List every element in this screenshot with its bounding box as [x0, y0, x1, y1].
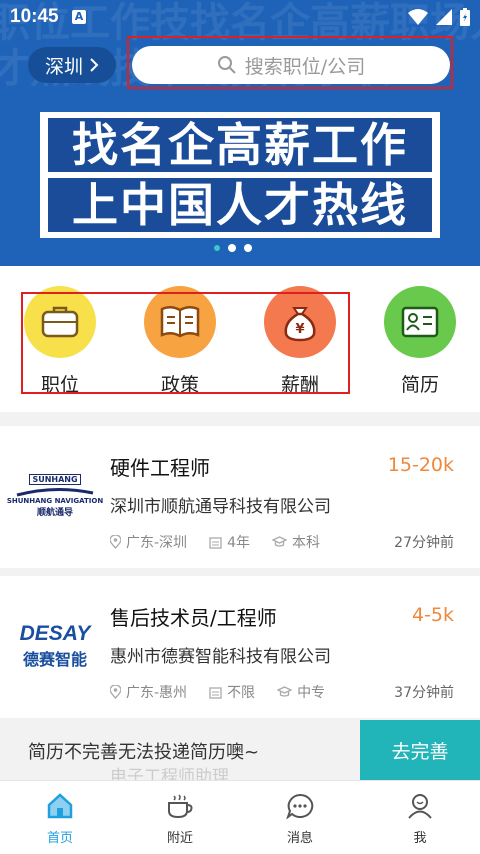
job-title: 硬件工程师 [110, 456, 210, 480]
carousel-dot [244, 244, 252, 252]
coffee-icon [168, 794, 193, 819]
city-label: 深圳 [44, 55, 83, 78]
experience-icon [209, 686, 222, 699]
logo-cn-text: 德赛智能 [22, 650, 87, 669]
graduation-cap-icon [271, 536, 287, 547]
carousel-indicator [214, 244, 252, 252]
notification-icon: A [72, 10, 86, 24]
battery-icon [460, 8, 470, 26]
bottom-nav: 首页 附近 消息 我 [0, 780, 480, 854]
graduation-cap-icon [277, 686, 293, 697]
company-logo: SUNHANG SHUNHANG NAVIGATION 顺航通导 [7, 454, 103, 538]
nav-messages[interactable]: 消息 [260, 793, 340, 846]
resume-prompt-text: 简历不完善无法投递简历噢~ [28, 742, 260, 763]
job-education: 本科 [271, 532, 320, 552]
company-name: 深圳市顺航通导科技有限公司 [110, 497, 331, 517]
resume-icon [384, 286, 456, 358]
job-location: 广东-惠州 [110, 682, 187, 702]
complete-resume-button[interactable]: 去完善 [360, 720, 480, 780]
experience-icon [209, 536, 222, 549]
nav-label: 首页 [46, 831, 73, 846]
job-posted-time: 37分钟前 [394, 685, 454, 701]
category-label: 简历 [400, 374, 439, 396]
city-selector[interactable]: 深圳 [28, 47, 116, 83]
carousel-dot [228, 244, 236, 252]
banner-line-1: 找名企高薪工作 [48, 118, 432, 172]
user-icon [408, 794, 432, 819]
highlight-box-categories [21, 292, 350, 394]
chevron-right-icon [90, 58, 99, 72]
promo-banner[interactable]: 找名企高薪工作 上中国人才热线 [40, 112, 440, 238]
location-pin-icon [110, 685, 121, 699]
logo-en-text: DESAY [19, 622, 91, 645]
chat-icon [286, 793, 314, 820]
company-logo: DESAY 德赛智能 [14, 604, 96, 688]
status-time: 10:45 [10, 6, 59, 27]
job-card[interactable]: DESAY 德赛智能 售后技术员/工程师 4-5k 惠州市德赛智能科技有限公司 … [0, 576, 480, 718]
status-bar: 10:45 A [0, 0, 480, 34]
home-icon [47, 793, 73, 819]
wifi-icon [408, 9, 428, 25]
job-education: 中专 [277, 682, 325, 702]
job-card[interactable]: SUNHANG SHUNHANG NAVIGATION 顺航通导 硬件工程师 1… [0, 426, 480, 568]
nav-label: 附近 [166, 831, 193, 846]
job-experience: 4年 [209, 532, 250, 552]
location-pin-icon [110, 535, 121, 549]
highlight-box-search [127, 36, 453, 89]
nav-nearby[interactable]: 附近 [140, 793, 220, 846]
company-name: 惠州市德赛智能科技有限公司 [110, 647, 331, 667]
job-title: 售后技术员/工程师 [110, 606, 277, 630]
carousel-dot-active [214, 245, 220, 251]
nav-home[interactable]: 首页 [20, 793, 100, 846]
logo-cn-text: 顺航通导 [36, 508, 73, 518]
job-meta: 广东-深圳 4年 本科 [110, 532, 320, 552]
logo-swoosh-icon [16, 487, 94, 497]
category-resume[interactable]: 简历 [380, 286, 460, 396]
job-experience: 不限 [209, 682, 255, 702]
signal-icon [436, 9, 452, 25]
logo-top-text: SUNHANG [29, 474, 81, 485]
nav-label: 消息 [286, 831, 313, 846]
job-meta: 广东-惠州 不限 中专 [110, 682, 325, 702]
nav-label: 我 [413, 831, 427, 846]
nav-profile[interactable]: 我 [380, 793, 460, 846]
resume-prompt-bar: 电子工程师助理 简历不完善无法投递简历噢~ 去完善 [0, 720, 480, 787]
banner-line-2: 上中国人才热线 [48, 178, 432, 232]
job-location: 广东-深圳 [110, 532, 187, 552]
job-salary: 15-20k [387, 454, 454, 476]
job-salary: 4-5k [411, 604, 454, 626]
logo-en-text: SHUNHANG NAVIGATION [6, 497, 104, 505]
job-posted-time: 27分钟前 [394, 535, 454, 551]
